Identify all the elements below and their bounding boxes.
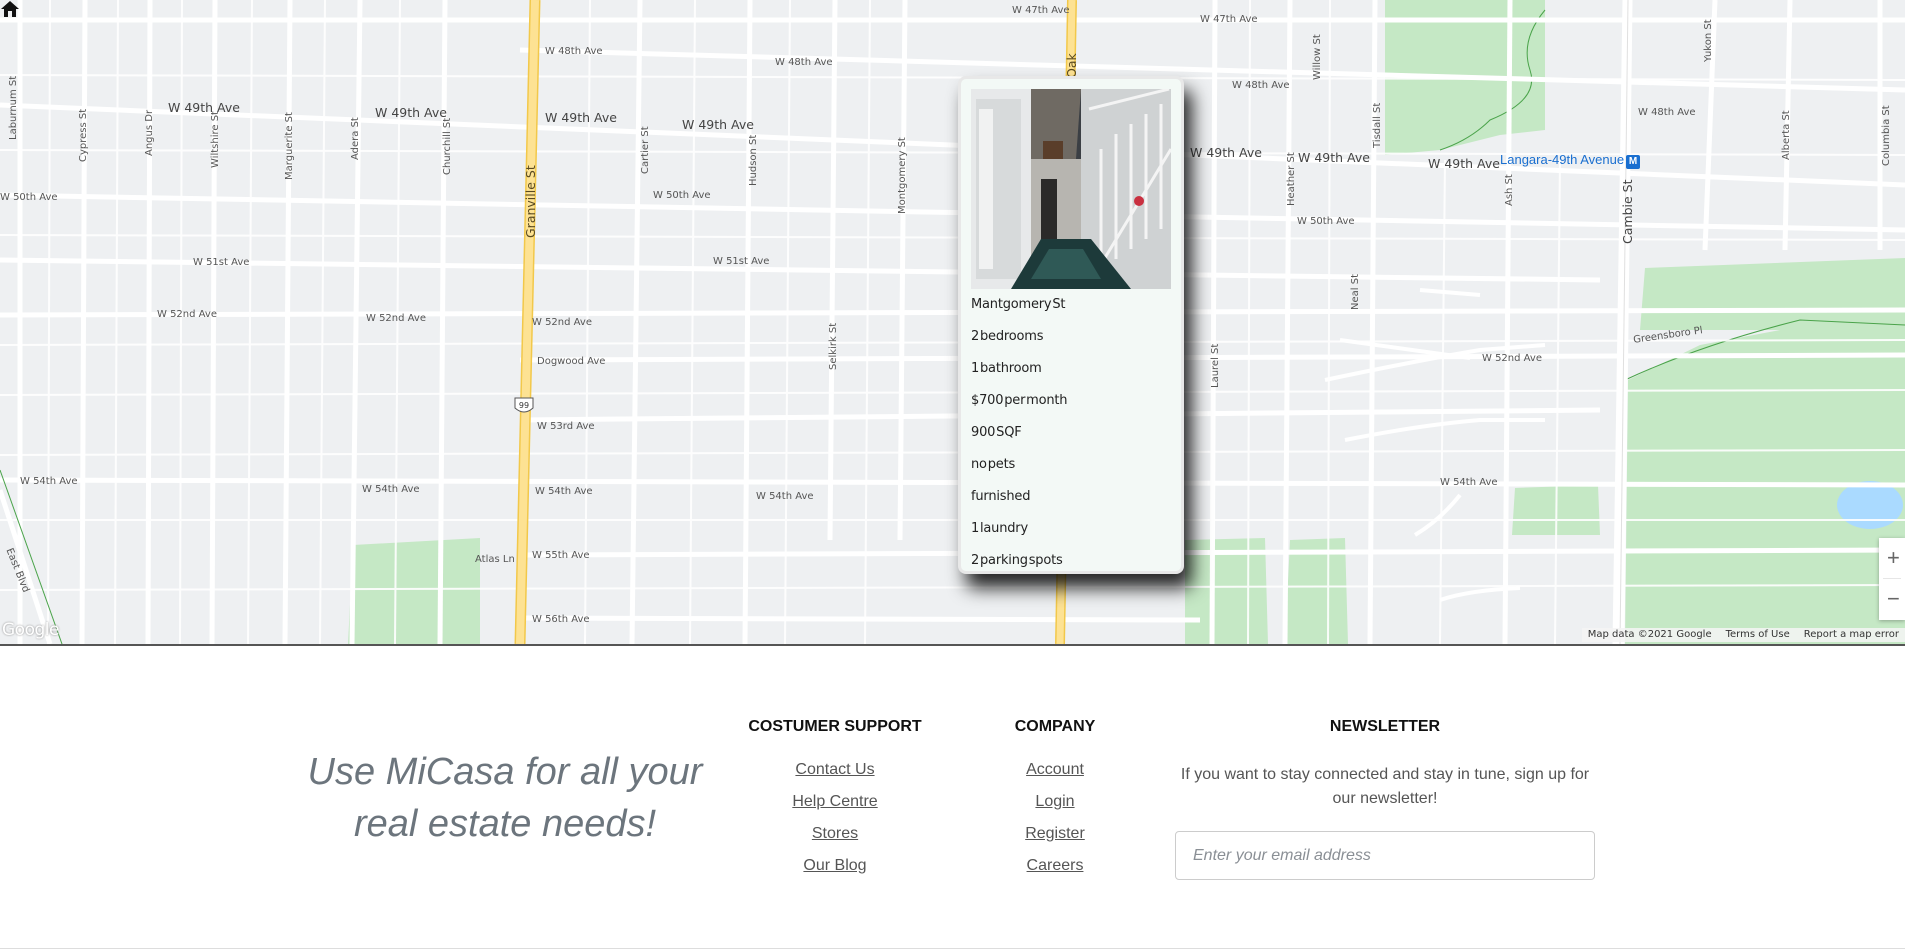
careers-link[interactable]: Careers (955, 850, 1155, 882)
newsletter-email-input[interactable] (1175, 831, 1595, 880)
company-heading: COMPANY (1014, 718, 1096, 735)
stores-link[interactable]: Stores (735, 818, 935, 850)
street-label: Alberta St (1781, 110, 1792, 160)
street-label: W 47th Ave (1012, 5, 1070, 16)
listing-area: 900 SQF (971, 425, 1022, 440)
google-logo[interactable]: Google (2, 620, 59, 640)
footer-tagline: Use MiCasa for all your real estate need… (307, 751, 703, 845)
zoom-out-button[interactable]: − (1879, 579, 1905, 619)
street-label: W 54th Ave (20, 476, 78, 487)
svg-text:99: 99 (519, 401, 529, 410)
street-label: W 52nd Ave (1482, 353, 1542, 364)
street-label: Ash St (1504, 174, 1515, 206)
listing-bathrooms: 1 bathroom (971, 361, 1042, 376)
login-link[interactable]: Login (955, 786, 1155, 818)
terms-of-use-link[interactable]: Terms of Use (1726, 629, 1790, 641)
street-label: Cypress St (78, 108, 89, 162)
listing-address: Mantgomery St (971, 297, 1066, 312)
street-label: Granville St (523, 165, 538, 238)
street-label: Cambie St (1620, 179, 1635, 244)
street-label: W 51st Ave (713, 256, 770, 267)
map[interactable]: 99 W 47th Ave W 47th Ave W 48th Ave W 48… (0, 0, 1905, 644)
street-label: Hudson St (748, 134, 759, 186)
listing-popup[interactable]: Mantgomery St 2 bedrooms 1 bathroom $700… (958, 76, 1184, 574)
street-label: W 52nd Ave (366, 313, 426, 324)
street-label: W 55th Ave (532, 550, 590, 561)
contact-us-link[interactable]: Contact Us (735, 754, 935, 786)
street-label: Heather St (1286, 152, 1297, 206)
street-label: W 49th Ave (1298, 150, 1370, 165)
newsletter-heading: NEWSLETTER (1329, 718, 1441, 735)
map-data-text: Map data ©2021 Google (1587, 629, 1712, 640)
street-label: Laurel St (1210, 343, 1221, 388)
street-label: Oak (1064, 53, 1079, 78)
street-label: W 47th Ave (1200, 14, 1258, 25)
street-label: W 50th Ave (1297, 216, 1355, 227)
street-label: Adera St (350, 117, 361, 160)
map-attribution: Map data ©2021 Google Terms of Use Repor… (1581, 628, 1905, 642)
street-label: W 56th Ave (532, 614, 590, 625)
street-label: Tisdall St (1372, 102, 1383, 148)
street-label: W 51st Ave (193, 257, 250, 268)
street-label: Yukon St (1703, 19, 1714, 62)
street-label: Selkirk St (828, 322, 839, 370)
street-label: W 48th Ave (1232, 80, 1290, 91)
listing-laundry: 1 laundry (971, 521, 1028, 536)
street-label: Dogwood Ave (537, 356, 606, 367)
listing-pets: no pets (971, 457, 1016, 472)
support-heading: COSTUMER SUPPORT (748, 718, 922, 735)
listing-price: $700 per month (971, 393, 1068, 408)
street-label: W 48th Ave (1638, 107, 1696, 118)
street-label: W 50th Ave (653, 190, 711, 201)
street-label: W 49th Ave (168, 100, 240, 115)
street-label: W 50th Ave (0, 192, 58, 203)
street-label: W 52nd Ave (157, 309, 217, 320)
street-label: Angus Dr (144, 109, 155, 156)
street-label: Marguerite St (284, 112, 295, 180)
street-label: W 52nd Ave (532, 317, 592, 328)
listing-photo (971, 89, 1171, 289)
report-map-error-link[interactable]: Report a map error (1804, 629, 1899, 641)
street-label: W 53rd Ave (537, 421, 595, 432)
street-label: Atlas Ln (475, 554, 515, 565)
newsletter-column: NEWSLETTER If you want to stay connected… (1175, 718, 1595, 880)
listing-details: Mantgomery St 2 bedrooms 1 bathroom $700… (971, 289, 1068, 577)
listing-bedrooms: 2 bedrooms (971, 329, 1044, 344)
support-column: COSTUMER SUPPORT Contact Us Help Centre … (735, 718, 935, 882)
account-link[interactable]: Account (955, 754, 1155, 786)
our-blog-link[interactable]: Our Blog (735, 850, 935, 882)
zoom-control: + − (1879, 538, 1905, 620)
company-column: COMPANY Account Login Register Careers (955, 718, 1155, 882)
street-label: Willow St (1312, 34, 1323, 80)
street-label: W 49th Ave (375, 105, 447, 120)
street-label: Wiltshire St (210, 111, 221, 168)
street-label: Columbia St (1881, 105, 1892, 166)
street-label: Montgomery St (897, 137, 908, 214)
subway-icon: M (1626, 155, 1641, 169)
street-label: W 54th Ave (535, 486, 593, 497)
street-label: W 54th Ave (362, 484, 420, 495)
street-label: W 49th Ave (545, 110, 617, 125)
street-label: Cartier St (640, 126, 651, 174)
street-label: W 49th Ave (1428, 156, 1500, 171)
help-centre-link[interactable]: Help Centre (735, 786, 935, 818)
street-label: Laburnum St (8, 75, 19, 140)
street-label: W 48th Ave (775, 57, 833, 68)
street-label: Churchill St (442, 117, 453, 175)
newsletter-text: If you want to stay connected and stay i… (1180, 766, 1590, 807)
map-streets: 99 (0, 0, 1905, 644)
street-label: W 49th Ave (682, 117, 754, 132)
street-label: W 54th Ave (756, 491, 814, 502)
street-label: W 48th Ave (545, 46, 603, 57)
transit-station[interactable]: Langara-49th Avenue M (1500, 152, 1641, 169)
register-link[interactable]: Register (955, 818, 1155, 850)
street-label: Neal St (1350, 274, 1361, 310)
home-icon[interactable] (0, 0, 20, 18)
listing-furnished: furnished (971, 489, 1031, 504)
zoom-in-button[interactable]: + (1879, 538, 1905, 578)
street-label: W 49th Ave (1190, 145, 1262, 160)
street-label: W 54th Ave (1440, 477, 1498, 488)
site-footer: Use MiCasa for all your real estate need… (0, 644, 1905, 949)
listing-parking: 2 parking spots (971, 553, 1063, 568)
